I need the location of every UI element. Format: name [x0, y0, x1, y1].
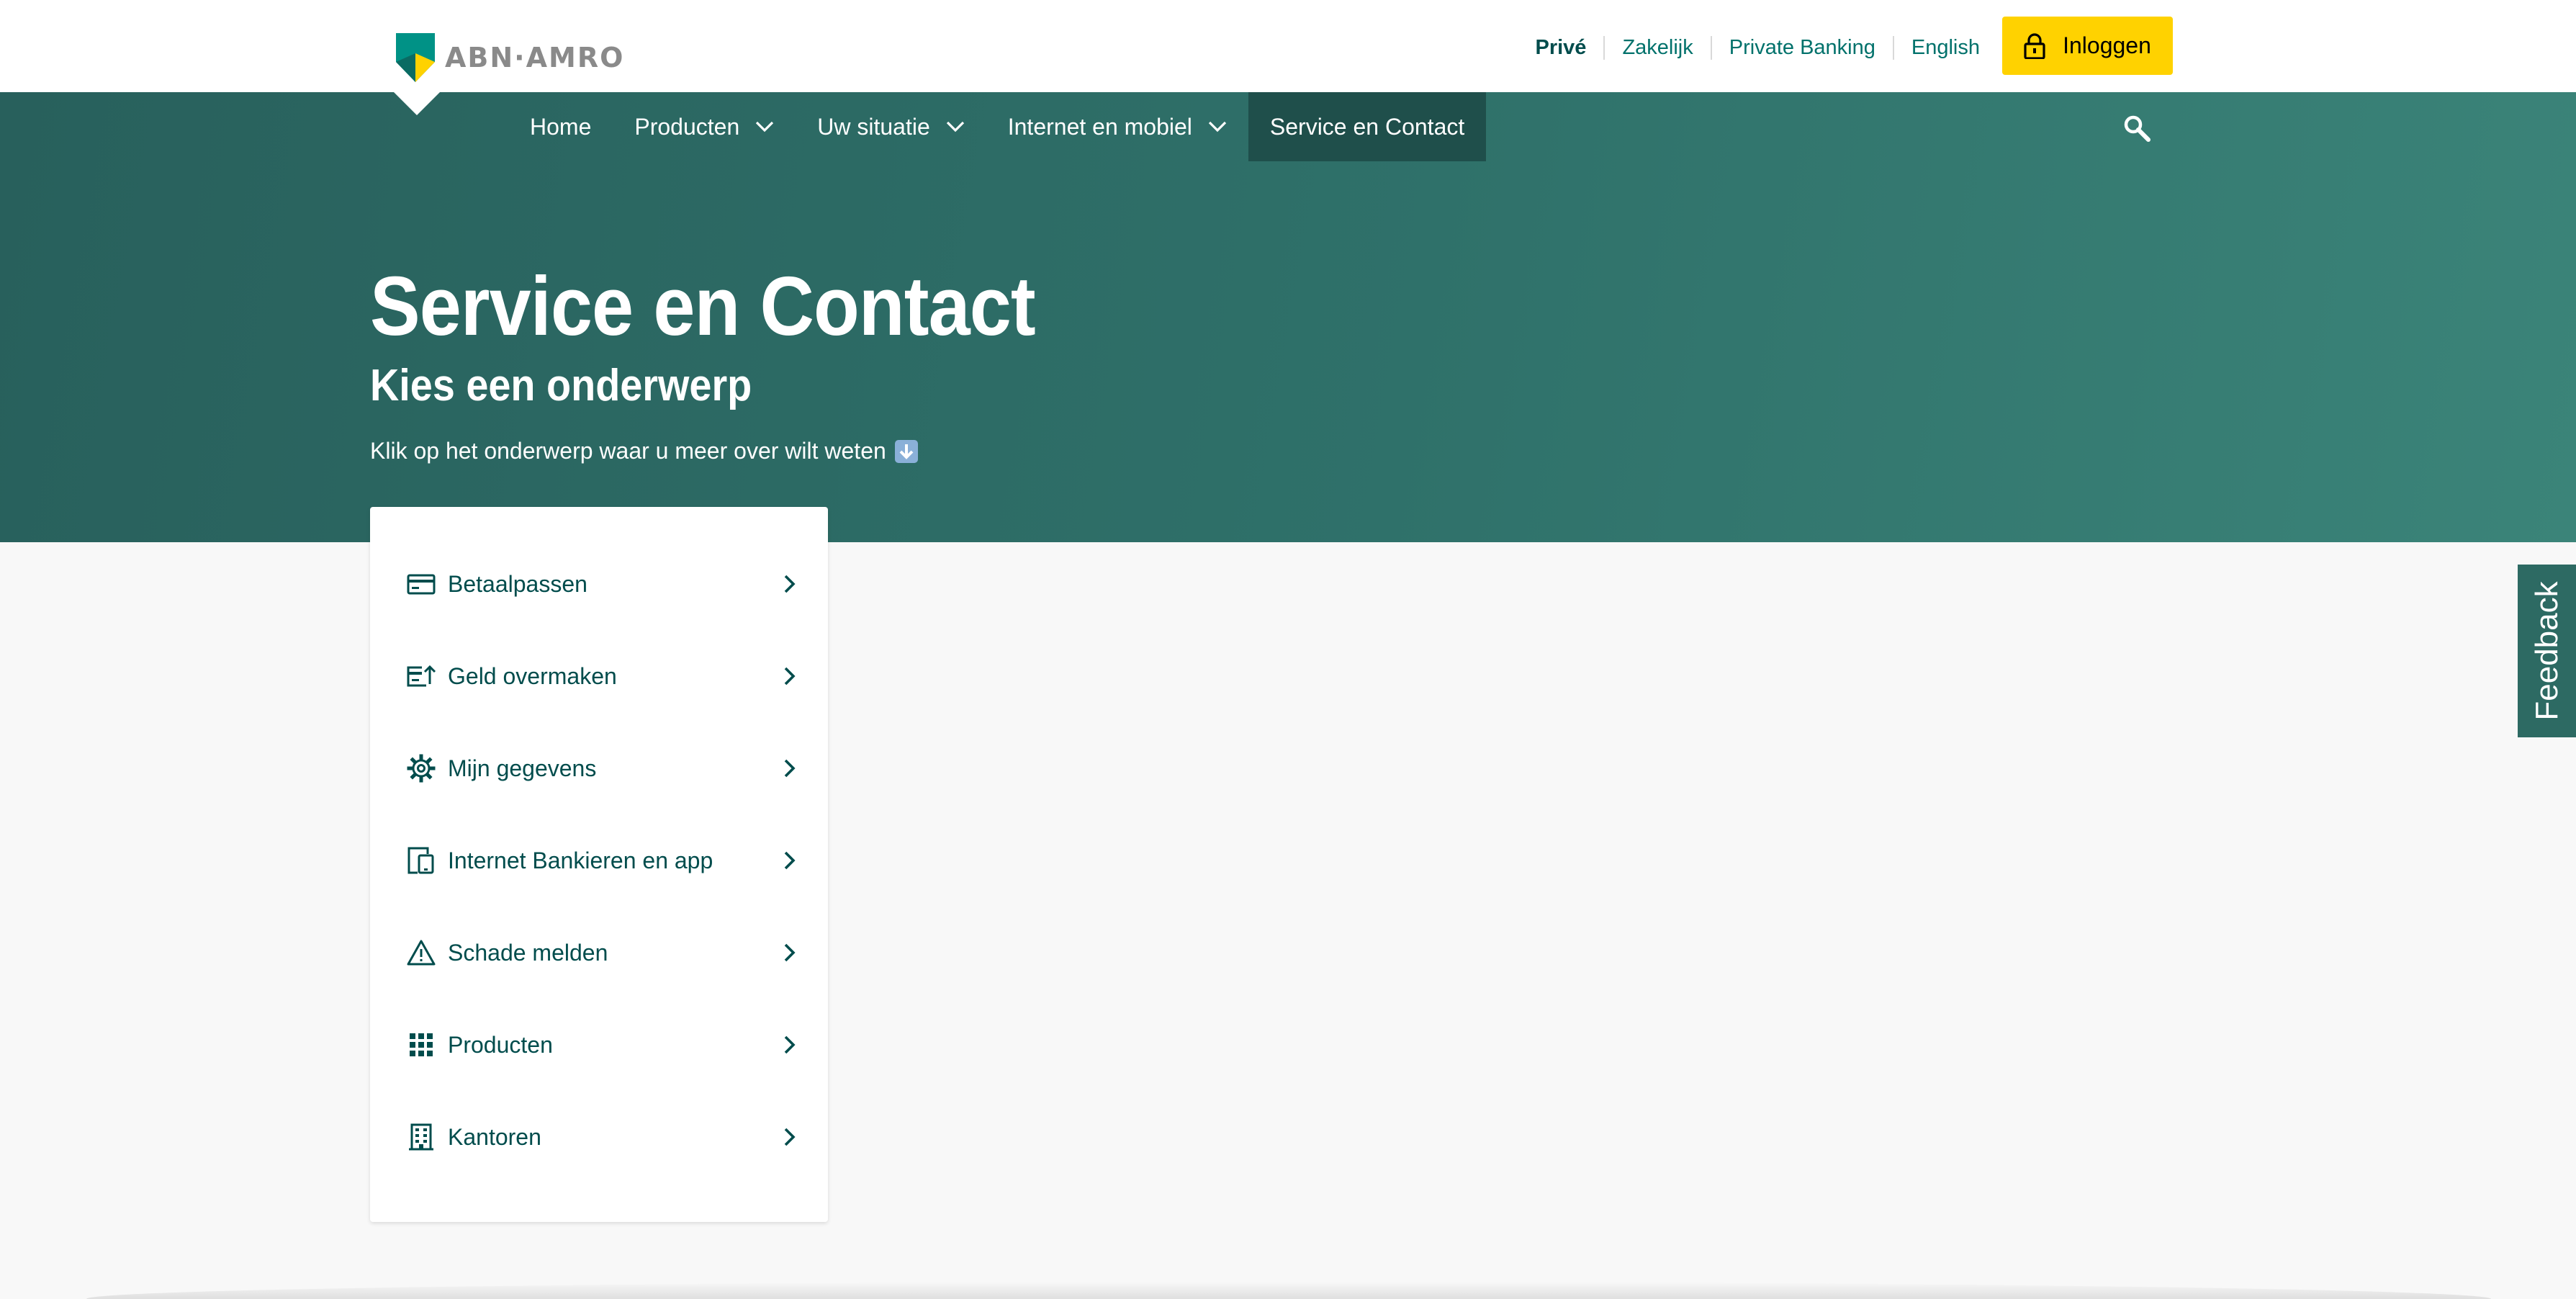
page-title: Service en Contact: [370, 259, 1036, 353]
main-nav: Home Producten Uw situatie Internet en m…: [508, 92, 1487, 161]
chevron-right-icon: [784, 1035, 796, 1054]
segment-switcher: Privé Zakelijk Private Banking English: [1518, 32, 1997, 63]
topics-card: Betaalpassen Geld overmaken Mijn gegeven…: [370, 507, 828, 1222]
topic-label: Kantoren: [448, 1123, 541, 1150]
segment-zakelijk[interactable]: Zakelijk: [1603, 35, 1710, 60]
footer-shadow: [86, 1282, 2491, 1299]
topic-schade-melden[interactable]: Schade melden: [370, 907, 828, 999]
intro-text: Klik op het onderwerp waar u meer over w…: [370, 438, 918, 464]
devices-icon: [407, 847, 434, 874]
chevron-down-icon: [946, 121, 964, 132]
hero-section: Home Producten Uw situatie Internet en m…: [0, 92, 2576, 542]
warning-icon: [407, 940, 436, 966]
nav-item-internet-en-mobiel[interactable]: Internet en mobiel: [986, 92, 1248, 161]
grid-icon: [410, 1033, 433, 1056]
topic-label: Internet Bankieren en app: [448, 847, 713, 873]
shield-logo-icon: [396, 33, 435, 82]
logo-wordmark: ABN·AMRO: [445, 42, 625, 73]
page-subtitle: Kies een onderwerp: [370, 361, 752, 410]
lock-icon: [2024, 32, 2045, 59]
abn-amro-logo[interactable]: ABN·AMRO: [396, 32, 624, 84]
nav-item-service-en-contact[interactable]: Service en Contact: [1248, 92, 1487, 161]
chevron-down-icon: [756, 121, 774, 132]
topic-kantoren[interactable]: Kantoren: [370, 1091, 828, 1183]
nav-item-home[interactable]: Home: [508, 92, 613, 161]
nav-item-producten[interactable]: Producten: [613, 92, 796, 161]
topic-label: Mijn gegevens: [448, 755, 597, 781]
chevron-right-icon: [784, 943, 796, 962]
chevron-down-icon: [1208, 121, 1227, 132]
search-icon[interactable]: [2122, 114, 2151, 143]
chevron-right-icon: [784, 575, 796, 593]
topic-producten[interactable]: Producten: [370, 999, 828, 1091]
gear-icon: [407, 754, 436, 783]
top-bar: ABN·AMRO Privé Zakelijk Private Banking …: [0, 0, 2576, 92]
credit-card-icon: [407, 574, 436, 595]
nav-item-label: Producten: [634, 113, 740, 140]
segment-private-banking[interactable]: Private Banking: [1710, 35, 1893, 60]
transfer-icon: [407, 665, 436, 687]
topic-geld-overmaken[interactable]: Geld overmaken: [370, 630, 828, 722]
nav-item-label: Home: [530, 113, 592, 140]
topic-label: Geld overmaken: [448, 662, 617, 689]
nav-item-label: Service en Contact: [1269, 113, 1465, 140]
intro-text-label: Klik op het onderwerp waar u meer over w…: [370, 438, 886, 464]
building-icon: [409, 1123, 433, 1151]
chevron-right-icon: [784, 667, 796, 686]
topic-betaalpassen[interactable]: Betaalpassen: [370, 538, 828, 630]
topic-internet-bankieren[interactable]: Internet Bankieren en app: [370, 814, 828, 907]
nav-item-label: Uw situatie: [817, 113, 930, 140]
topic-label: Producten: [448, 1031, 553, 1058]
feedback-label: Feedback: [2528, 581, 2564, 721]
segment-prive[interactable]: Privé: [1518, 36, 1603, 60]
topic-mijn-gegevens[interactable]: Mijn gegevens: [370, 722, 828, 814]
feedback-tab[interactable]: Feedback: [2518, 565, 2576, 737]
topic-label: Schade melden: [448, 939, 608, 966]
down-arrow-emoji-icon: [894, 439, 918, 463]
segment-english[interactable]: English: [1892, 35, 1997, 60]
chevron-right-icon: [784, 759, 796, 778]
chevron-right-icon: [784, 851, 796, 870]
nav-item-label: Internet en mobiel: [1007, 113, 1192, 140]
topic-label: Betaalpassen: [448, 570, 587, 597]
login-label: Inloggen: [2063, 32, 2151, 58]
login-button[interactable]: Inloggen: [2002, 17, 2173, 75]
nav-notch: [394, 92, 440, 115]
nav-item-uw-situatie[interactable]: Uw situatie: [796, 92, 986, 161]
chevron-right-icon: [784, 1128, 796, 1146]
